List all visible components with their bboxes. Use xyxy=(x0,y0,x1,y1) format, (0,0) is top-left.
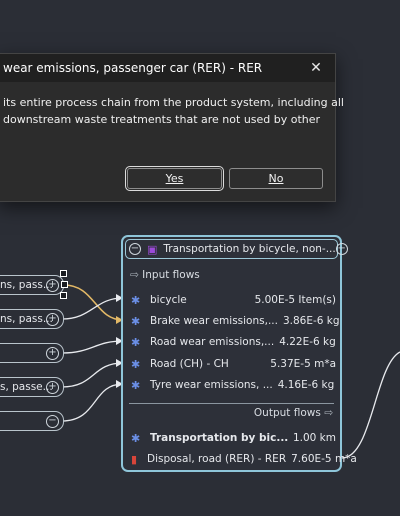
flow-amount: 1.00 km xyxy=(292,432,336,444)
input-flow-row[interactable]: ✱ Tyre wear emissions, ... 4.16E-6 kg xyxy=(131,377,336,393)
dialog-title: wear emissions, passenger car (RER) - RE… xyxy=(3,61,263,75)
stub-node-1[interactable]: ns, pass... + xyxy=(0,275,64,295)
flow-amount: 4.22E-6 kg xyxy=(279,336,336,348)
collapse-icon[interactable]: − xyxy=(335,243,348,255)
link-road-ch[interactable] xyxy=(61,362,124,388)
flow-amount: 7.60E-5 m*a xyxy=(291,453,357,465)
flow-name: Tyre wear emissions, ... xyxy=(150,379,273,391)
flow-name: Disposal, road (RER) - RER xyxy=(147,453,287,465)
no-button[interactable]: No xyxy=(229,168,323,189)
dialog-message-line: its entire process chain from the produc… xyxy=(3,96,344,109)
output-flows-header: Output flows ⇨ xyxy=(254,407,333,419)
link-output[interactable] xyxy=(341,351,400,459)
stub-label: ns, pass... xyxy=(0,313,53,325)
process-icon: ▣ xyxy=(147,242,158,256)
flow-name: Transportation by bic... xyxy=(150,432,289,444)
flow-amount: 5.37E-5 m*a xyxy=(270,358,336,370)
minimize-icon[interactable]: − xyxy=(129,243,141,255)
flow-icon: ✱ xyxy=(131,314,141,328)
dialog-titlebar[interactable]: wear emissions, passenger car (RER) - RE… xyxy=(0,54,335,82)
input-flow-row[interactable]: ✱ Road (CH) - CH 5.37E-5 m*a xyxy=(131,356,336,372)
stub-label: ns, pass... xyxy=(0,279,53,291)
expand-icon[interactable]: + xyxy=(46,381,59,394)
stub-node-5[interactable]: − xyxy=(0,411,64,431)
divider xyxy=(129,403,334,404)
flow-name: Road (CH) - CH xyxy=(150,358,229,370)
input-flow-row[interactable]: ✱ Road wear emissions,... 4.22E-6 kg xyxy=(131,334,336,350)
process-node[interactable]: − ▣ Transportation by bicycle, non-... −… xyxy=(121,235,357,472)
close-icon[interactable]: ✕ xyxy=(307,60,325,76)
confirm-dialog: wear emissions, passenger car (RER) - RE… xyxy=(0,53,344,202)
arrow-right-icon: ⇨ xyxy=(130,269,139,281)
yes-label: Yes xyxy=(165,172,184,185)
waste-bin-icon: ▮ xyxy=(131,452,138,466)
input-flow-row[interactable]: ✱ Brake wear emissions,... 3.86E-6 kg xyxy=(131,313,340,329)
flow-name: bicycle xyxy=(150,294,187,306)
stub-node-3[interactable]: + xyxy=(0,343,64,363)
flow-icon: ✱ xyxy=(131,357,141,371)
flow-amount: 5.00E-5 Item(s) xyxy=(254,294,336,306)
yes-button[interactable]: Yes xyxy=(125,166,224,191)
flow-icon: ✱ xyxy=(131,431,141,445)
input-flows-label: Input flows xyxy=(142,269,200,281)
node-title: Transportation by bicycle, non-... xyxy=(163,243,336,255)
output-flow-row[interactable]: ✱ Transportation by bic... 1.00 km xyxy=(131,430,336,446)
link-brake-wear[interactable] xyxy=(63,284,124,321)
dialog-message-line: downstream waste treatments that are not… xyxy=(3,113,321,126)
flow-name: Road wear emissions,... xyxy=(150,336,275,348)
link-road-wear[interactable] xyxy=(61,340,124,354)
expand-icon[interactable]: + xyxy=(46,313,59,326)
link-tyre-wear[interactable] xyxy=(61,383,124,422)
output-flows-label: Output flows xyxy=(253,407,321,419)
expand-icon[interactable]: + xyxy=(46,347,59,360)
flow-icon: ✱ xyxy=(131,378,141,392)
arrow-right-icon: ⇨ xyxy=(324,407,333,419)
stub-node-4[interactable]: s, passe... + xyxy=(0,377,64,397)
resize-handle[interactable] xyxy=(60,292,67,299)
input-flows-header: ⇨ Input flows xyxy=(130,269,200,281)
flow-icon: ✱ xyxy=(131,335,141,349)
input-flow-row[interactable]: ✱ bicycle 5.00E-5 Item(s) xyxy=(131,292,336,308)
node-header[interactable]: − ▣ Transportation by bicycle, non-... − xyxy=(125,239,348,259)
flow-amount: 4.16E-6 kg xyxy=(277,379,335,391)
no-label: No xyxy=(268,172,284,185)
collapse-icon[interactable]: − xyxy=(46,415,59,428)
flow-name: Brake wear emissions,... xyxy=(150,315,278,327)
expand-icon[interactable]: + xyxy=(46,279,59,292)
resize-handle[interactable] xyxy=(61,281,68,288)
resize-handle[interactable] xyxy=(60,270,67,277)
dialog-message: its entire process chain from the produc… xyxy=(3,94,344,128)
flow-icon: ✱ xyxy=(131,293,141,307)
output-flow-row[interactable]: ▮ Disposal, road (RER) - RER 7.60E-5 m*a xyxy=(131,451,357,467)
stub-label: s, passe... xyxy=(0,381,53,393)
stub-node-2[interactable]: ns, pass... + xyxy=(0,309,64,329)
flow-amount: 3.86E-6 kg xyxy=(282,315,340,327)
